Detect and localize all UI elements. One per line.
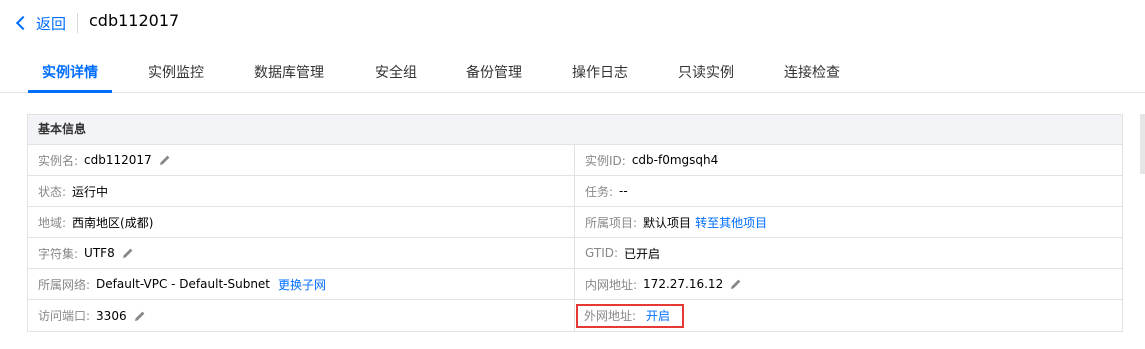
field-label: 地域: [38, 215, 67, 230]
field-label: 任务: [585, 184, 614, 199]
region-value: 西南地区(成都) [72, 215, 154, 230]
move-project-link[interactable]: 转至其他项目 [695, 214, 767, 231]
pencil-icon[interactable] [133, 309, 147, 323]
field-label: 所属网络: [38, 277, 91, 292]
public-ip-highlight: 外网地址: 开启 [576, 303, 685, 328]
charset-value: UTF8 [84, 246, 115, 260]
tab-backup-management[interactable]: 备份管理 [466, 56, 522, 93]
field-label: 所属项目: [585, 215, 638, 230]
project-value: 默认项目 [643, 215, 692, 230]
tab-connection-check[interactable]: 连接检查 [784, 56, 840, 93]
private-ip-value: 172.27.16.12 [643, 277, 724, 291]
chevron-left-icon [15, 15, 31, 31]
tab-operation-log[interactable]: 操作日志 [572, 56, 628, 93]
project-cell: 所属项目: 默认项目 转至其他项目 [575, 207, 1122, 237]
public-ip-cell: 外网地址: 开启 [575, 300, 1122, 331]
network-value: Default-VPC - Default-Subnet [96, 277, 271, 291]
pencil-icon[interactable] [729, 277, 743, 291]
network-cell: 所属网络: Default-VPC - Default-Subnet 更换子网 [28, 269, 575, 299]
instance-id-cell: 实例ID: cdb-f0mgsqh4 [575, 145, 1122, 175]
field-label: 实例ID: [585, 153, 626, 168]
scrollbar[interactable] [1140, 114, 1145, 174]
info-row: 所属网络: Default-VPC - Default-Subnet 更换子网 … [28, 269, 1122, 300]
task-value: -- [619, 184, 628, 198]
enable-public-ip-link[interactable]: 开启 [646, 307, 670, 324]
info-row: 实例名: cdb112017 实例ID: cdb-f0mgsqh4 [28, 145, 1122, 176]
info-row: 字符集: UTF8 GTID: 已开启 [28, 238, 1122, 269]
field-label: 字符集: [38, 246, 79, 261]
port-value: 3306 [96, 308, 127, 323]
status-value: 运行中 [72, 184, 109, 199]
pencil-icon[interactable] [121, 246, 135, 260]
tab-instance-details[interactable]: 实例详情 [28, 56, 112, 93]
status-cell: 状态: 运行中 [28, 176, 575, 206]
tab-database-management[interactable]: 数据库管理 [254, 56, 324, 93]
page-title: cdb112017 [89, 11, 180, 30]
instance-name-value: cdb112017 [84, 153, 152, 167]
panel-title: 基本信息 [28, 115, 1122, 145]
tab-security-group[interactable]: 安全组 [375, 56, 417, 93]
field-label: GTID: [585, 246, 619, 260]
task-cell: 任务: -- [575, 176, 1122, 206]
basic-info-panel: 基本信息 实例名: cdb112017 实例ID: cdb-f0mgsqh4 状… [27, 114, 1123, 332]
gtid-value: 已开启 [624, 246, 661, 261]
field-label: 状态: [38, 184, 67, 199]
info-row: 状态: 运行中 任务: -- [28, 176, 1122, 207]
field-label: 内网地址: [585, 277, 638, 292]
instance-id-value: cdb-f0mgsqh4 [631, 153, 719, 167]
private-ip-cell: 内网地址: 172.27.16.12 [575, 269, 1122, 299]
pencil-icon[interactable] [158, 153, 172, 167]
field-label: 外网地址: [584, 309, 637, 323]
region-cell: 地域: 西南地区(成都) [28, 207, 575, 237]
charset-cell: 字符集: UTF8 [28, 238, 575, 268]
info-row: 地域: 西南地区(成都) 所属项目: 默认项目 转至其他项目 [28, 207, 1122, 238]
gtid-cell: GTID: 已开启 [575, 238, 1122, 268]
instance-name-cell: 实例名: cdb112017 [28, 145, 575, 175]
page-header: 返回 cdb112017 [0, 0, 1145, 46]
tab-instance-monitoring[interactable]: 实例监控 [148, 56, 204, 93]
info-row: 访问端口: 3306 外网地址: 开启 [28, 300, 1122, 331]
port-cell: 访问端口: 3306 [28, 300, 575, 331]
field-label: 实例名: [38, 153, 79, 168]
tab-bar: 实例详情 实例监控 数据库管理 安全组 备份管理 操作日志 只读实例 连接检查 [0, 56, 1145, 93]
tab-readonly-instances[interactable]: 只读实例 [678, 56, 734, 93]
header-divider [77, 13, 78, 33]
back-button[interactable]: 返回 [14, 12, 66, 34]
change-subnet-link[interactable]: 更换子网 [278, 276, 326, 293]
back-label: 返回 [36, 14, 67, 33]
field-label: 访问端口: [38, 309, 91, 323]
